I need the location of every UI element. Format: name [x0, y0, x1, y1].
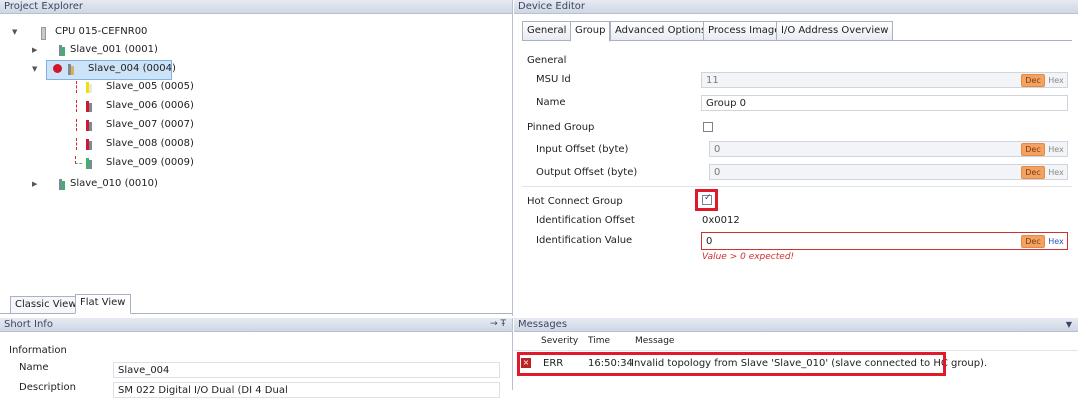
input-offset-label: Input Offset (byte)	[536, 144, 629, 155]
output-offset-hex-toggle[interactable]: Hex	[1047, 167, 1065, 178]
device-editor-title: Device Editor	[514, 0, 1078, 14]
short-info-name-field: Slave_004	[113, 362, 500, 378]
identification-value-error: Value > 0 expected!	[702, 252, 795, 262]
topology-line	[75, 156, 82, 164]
tree-item-label: Slave_005 (0005)	[106, 81, 194, 92]
information-heading: Information	[9, 345, 67, 356]
identification-value-dec-toggle[interactable]: Dec	[1021, 235, 1045, 248]
device-icon	[59, 45, 65, 56]
msu-id-hex-toggle[interactable]: Hex	[1047, 75, 1065, 86]
tree-item-label: Slave_001 (0001)	[70, 44, 158, 55]
tree-item-label: Slave_010 (0010)	[70, 178, 158, 189]
device-icon	[86, 139, 92, 150]
pinned-group-label: Pinned Group	[527, 122, 595, 133]
name-label: Name	[536, 97, 566, 108]
pin-icon[interactable]: → Ŧ	[490, 318, 506, 331]
tab-flat-view[interactable]: Flat View	[75, 294, 131, 314]
tab-io-address-overview[interactable]: I/O Address Overview	[776, 21, 894, 41]
tree-item-label: Slave_004 (0004)	[88, 63, 176, 74]
hot-connect-highlight	[695, 189, 718, 211]
expand-arrow-icon[interactable]: ▶	[32, 42, 37, 58]
short-info-title: Short Info → Ŧ	[0, 318, 512, 332]
topology-line	[76, 81, 77, 93]
topology-line	[76, 138, 77, 150]
output-offset-dec-toggle[interactable]: Dec	[1021, 166, 1045, 179]
input-offset-field: 0	[709, 141, 1068, 157]
input-offset-hex-toggle[interactable]: Hex	[1047, 144, 1065, 155]
device-icon	[86, 158, 92, 169]
output-offset-label: Output Offset (byte)	[536, 167, 638, 178]
name-field[interactable]: Group 0	[701, 95, 1068, 111]
tree-item-label: Slave_008 (0008)	[106, 138, 194, 149]
panel-menu-icon[interactable]: ▼	[1066, 318, 1072, 331]
section-divider	[522, 186, 1072, 187]
tree-item-label: Slave_009 (0009)	[106, 157, 194, 168]
tree-item-label: Slave_006 (0006)	[106, 100, 194, 111]
column-header-time[interactable]: Time	[588, 336, 610, 346]
tab-process-image[interactable]: Process Image	[703, 21, 786, 41]
tree-item-label: Slave_007 (0007)	[106, 119, 194, 130]
collapse-arrow-icon[interactable]: ▼	[32, 61, 37, 77]
device-icon	[86, 82, 92, 93]
hot-connect-group-label: Hot Connect Group	[527, 196, 623, 207]
project-explorer-title: Project Explorer	[0, 0, 512, 14]
error-marker-icon	[53, 64, 62, 73]
messages-panel: Messages ▼ Severity Time Message × ERR 1…	[514, 318, 1078, 390]
identification-value-label: Identification Value	[536, 235, 633, 246]
tab-group[interactable]: Group	[570, 21, 611, 42]
collapse-arrow-icon[interactable]: ▼	[12, 24, 17, 40]
msu-id-label: MSU Id	[536, 74, 571, 85]
messages-header: Severity Time Message	[514, 335, 1078, 351]
identification-offset-label: Identification Offset	[536, 215, 635, 226]
column-header-message[interactable]: Message	[635, 336, 674, 346]
tree-item-label: CPU 015-CEFNR00	[55, 26, 148, 37]
tab-general[interactable]: General	[522, 21, 572, 41]
column-header-severity[interactable]: Severity	[541, 336, 578, 346]
short-info-title-text: Short Info	[4, 319, 53, 330]
output-offset-field: 0	[709, 164, 1068, 180]
short-info-description-label: Description	[19, 382, 76, 393]
short-info-description-field: SM 022 Digital I/O Dual (DI 4 Dual	[113, 382, 500, 398]
device-icon	[86, 101, 92, 112]
messages-title: Messages ▼	[514, 318, 1078, 332]
topology-line	[76, 100, 77, 112]
device-icon	[86, 120, 92, 131]
section-general-heading: General	[527, 55, 567, 66]
tab-classic-view[interactable]: Classic View	[10, 296, 82, 313]
expand-arrow-icon[interactable]: ▶	[32, 176, 37, 192]
device-icon	[68, 64, 74, 75]
short-info-panel: Short Info → Ŧ Information Name Slave_00…	[0, 318, 513, 398]
device-icon	[59, 179, 65, 190]
device-editor-panel: Device Editor General Group Advanced Opt…	[514, 0, 1078, 316]
tab-advanced-options[interactable]: Advanced Options	[610, 21, 712, 41]
topology-line	[76, 119, 77, 131]
input-offset-dec-toggle[interactable]: Dec	[1021, 143, 1045, 156]
message-error-highlight	[517, 352, 946, 376]
identification-value-field[interactable]: 0	[701, 232, 1068, 250]
identification-offset-value: 0x0012	[702, 215, 740, 226]
msu-id-dec-toggle[interactable]: Dec	[1021, 74, 1045, 87]
project-explorer-panel: Project Explorer ▼ CPU 015-CEFNR00 ▶ Sla…	[0, 0, 513, 316]
identification-value-hex-toggle[interactable]: Hex	[1047, 236, 1065, 247]
short-info-name-label: Name	[19, 362, 49, 373]
cpu-icon	[41, 27, 46, 40]
pinned-group-checkbox[interactable]	[703, 122, 713, 132]
msu-id-field: 11	[701, 72, 1068, 88]
messages-title-text: Messages	[518, 319, 568, 330]
